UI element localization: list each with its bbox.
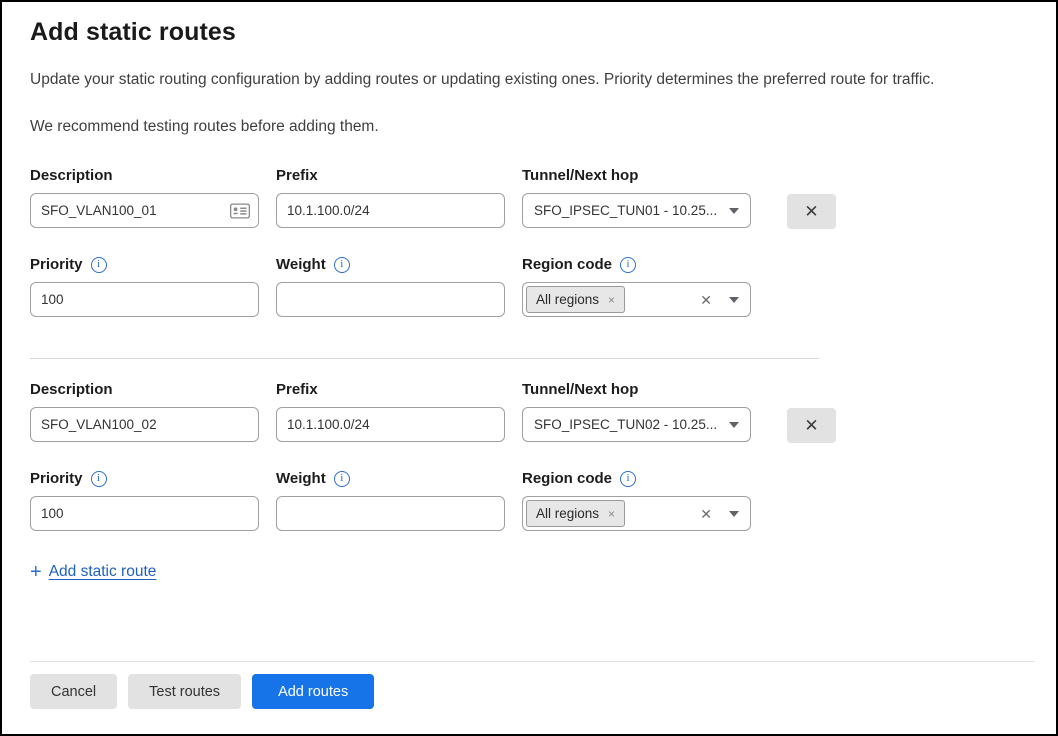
tunnel-label: Tunnel/Next hop — [522, 167, 751, 184]
cancel-button[interactable]: Cancel — [30, 674, 117, 709]
prefix-label-text: Prefix — [276, 167, 318, 184]
prefix-input[interactable] — [276, 407, 505, 442]
region-label-text: Region code — [522, 256, 612, 273]
add-static-route-label: Add static route — [49, 563, 157, 581]
tunnel-label-text: Tunnel/Next hop — [522, 381, 638, 398]
footer: Cancel Test routes Add routes — [30, 661, 1035, 734]
priority-label: Priority i — [30, 256, 259, 273]
description-input[interactable] — [30, 193, 259, 228]
add-static-routes-dialog: Add static routes Update your static rou… — [0, 0, 1058, 736]
priority-label-text: Priority — [30, 470, 83, 487]
route-group-1: Description Prefix Tunnel/Next hop — [30, 167, 1028, 317]
priority-label: Priority i — [30, 470, 259, 487]
weight-label-text: Weight — [276, 256, 326, 273]
description-label: Description — [30, 381, 259, 398]
add-static-route-link[interactable]: + Add static route — [30, 562, 156, 582]
chevron-down-icon — [729, 208, 739, 214]
info-icon[interactable]: i — [334, 257, 350, 273]
description-input[interactable] — [30, 407, 259, 442]
tunnel-select-value: SFO_IPSEC_TUN01 - 10.25... — [534, 203, 721, 218]
region-chip-label: All regions — [536, 506, 599, 521]
prefix-label: Prefix — [276, 167, 505, 184]
info-icon[interactable]: i — [620, 471, 636, 487]
region-field: Region code i All regions × ✕ — [522, 470, 751, 531]
chevron-down-icon — [729, 511, 739, 517]
tunnel-select[interactable]: SFO_IPSEC_TUN02 - 10.25... — [522, 407, 751, 442]
priority-label-text: Priority — [30, 256, 83, 273]
priority-input[interactable] — [30, 496, 259, 531]
weight-field: Weight i — [276, 470, 505, 531]
add-routes-button[interactable]: Add routes — [252, 674, 374, 709]
priority-field: Priority i — [30, 256, 259, 317]
weight-label: Weight i — [276, 470, 505, 487]
prefix-label: Prefix — [276, 381, 505, 398]
region-label-text: Region code — [522, 470, 612, 487]
weight-input[interactable] — [276, 282, 505, 317]
region-multiselect[interactable]: All regions × ✕ — [522, 282, 751, 317]
clear-selection-icon[interactable]: ✕ — [700, 507, 712, 521]
intro-text: Update your static routing configuration… — [30, 71, 1028, 89]
chip-remove-icon[interactable]: × — [608, 508, 615, 520]
priority-field: Priority i — [30, 470, 259, 531]
route-group-2: Description Prefix Tunnel/Next hop SFO_I… — [30, 381, 1028, 531]
prefix-field: Prefix — [276, 381, 505, 442]
region-label: Region code i — [522, 256, 751, 273]
info-icon[interactable]: i — [334, 471, 350, 487]
description-label-text: Description — [30, 167, 113, 184]
tunnel-select-value: SFO_IPSEC_TUN02 - 10.25... — [534, 417, 721, 432]
region-field: Region code i All regions × ✕ — [522, 256, 751, 317]
tunnel-select[interactable]: SFO_IPSEC_TUN01 - 10.25... — [522, 193, 751, 228]
info-icon[interactable]: i — [91, 257, 107, 273]
tunnel-label: Tunnel/Next hop — [522, 381, 751, 398]
description-label-text: Description — [30, 381, 113, 398]
footer-divider — [30, 661, 1035, 662]
description-field: Description — [30, 381, 259, 442]
region-chip: All regions × — [526, 286, 625, 313]
prefix-label-text: Prefix — [276, 381, 318, 398]
tunnel-field: Tunnel/Next hop SFO_IPSEC_TUN02 - 10.25.… — [522, 381, 751, 442]
region-label: Region code i — [522, 470, 751, 487]
priority-input[interactable] — [30, 282, 259, 317]
close-icon: ✕ — [804, 202, 818, 222]
description-label: Description — [30, 167, 259, 184]
remove-route-button[interactable]: ✕ — [787, 194, 836, 229]
tunnel-label-text: Tunnel/Next hop — [522, 167, 638, 184]
info-icon[interactable]: i — [620, 257, 636, 273]
section-divider — [30, 358, 819, 359]
test-routes-button[interactable]: Test routes — [128, 674, 241, 709]
chevron-down-icon — [729, 422, 739, 428]
region-chip-label: All regions — [536, 292, 599, 307]
weight-label-text: Weight — [276, 470, 326, 487]
prefix-input[interactable] — [276, 193, 505, 228]
prefix-field: Prefix — [276, 167, 505, 228]
info-icon[interactable]: i — [91, 471, 107, 487]
weight-label: Weight i — [276, 256, 505, 273]
page-title: Add static routes — [30, 18, 1028, 47]
chip-remove-icon[interactable]: × — [608, 294, 615, 306]
weight-input[interactable] — [276, 496, 505, 531]
region-chip: All regions × — [526, 500, 625, 527]
plus-icon: + — [30, 562, 42, 582]
chevron-down-icon — [729, 297, 739, 303]
contact-card-icon — [230, 203, 250, 218]
weight-field: Weight i — [276, 256, 505, 317]
recommendation-text: We recommend testing routes before addin… — [30, 118, 1028, 136]
remove-route-button[interactable]: ✕ — [787, 408, 836, 443]
region-multiselect[interactable]: All regions × ✕ — [522, 496, 751, 531]
description-field: Description — [30, 167, 259, 228]
tunnel-field: Tunnel/Next hop SFO_IPSEC_TUN01 - 10.25.… — [522, 167, 751, 228]
clear-selection-icon[interactable]: ✕ — [700, 293, 712, 307]
close-icon: ✕ — [804, 416, 818, 436]
